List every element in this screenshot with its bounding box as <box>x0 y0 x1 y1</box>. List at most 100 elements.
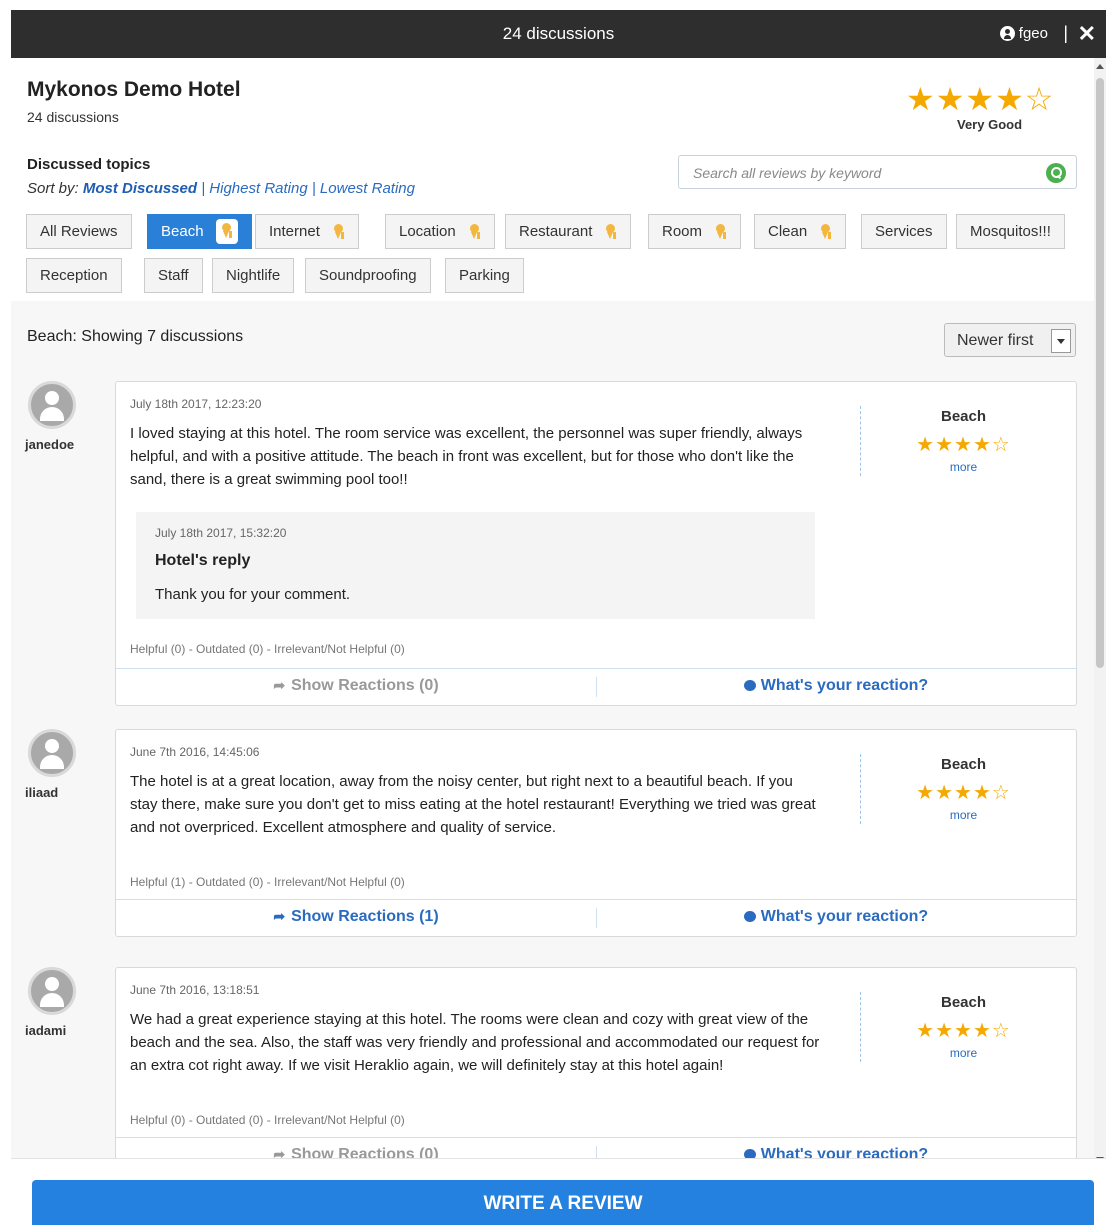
scroll-thumb[interactable] <box>1096 78 1104 668</box>
search-icon[interactable] <box>1046 163 1066 183</box>
review-card: June 7th 2016, 14:45:06 The hotel is at … <box>115 729 1077 937</box>
topics-title: Discussed topics <box>27 156 151 173</box>
topic-chip[interactable]: Soundproofing <box>305 258 431 293</box>
sort-lowest-rating[interactable]: Lowest Rating <box>320 180 415 197</box>
hotel-discussion-count: 24 discussions <box>27 109 119 125</box>
rating-more-link[interactable]: more <box>906 460 1021 474</box>
overall-rating-label: Very Good <box>957 117 1023 132</box>
scrollbar[interactable] <box>1094 58 1106 1168</box>
topic-chip-label: Clean <box>768 223 808 240</box>
topic-chip[interactable]: Clean <box>754 214 847 249</box>
helpful-counts[interactable]: Helpful (0) - Outdated (0) - Irrelevant/… <box>130 642 405 656</box>
hotel-header: Mykonos Demo Hotel 24 discussions ★★★★☆ … <box>11 58 1094 301</box>
review-username: janedoe <box>25 437 75 452</box>
review-card: June 7th 2016, 13:18:51 We had a great e… <box>115 967 1077 1175</box>
avatar <box>28 967 76 1015</box>
topic-chip-label: Staff <box>158 267 189 284</box>
topic-chip-label: Internet <box>269 223 320 240</box>
review-listing: Beach: Showing 7 discussions Newer first… <box>11 301 1094 1181</box>
topic-chip[interactable]: Staff <box>144 258 203 293</box>
write-review-button[interactable]: WRITE A REVIEW <box>32 1180 1094 1225</box>
show-reactions-button[interactable]: ➦ Show Reactions (1) <box>116 908 596 926</box>
topic-chip[interactable]: Beach <box>147 214 252 249</box>
sort-select-value: Newer first <box>957 332 1034 349</box>
topic-chip[interactable]: Services <box>861 214 947 249</box>
topic-chip[interactable]: Reception <box>26 258 122 293</box>
background-strip <box>0 0 11 1225</box>
review-username: iadami <box>25 1023 67 1038</box>
review-username: iliaad <box>25 785 59 800</box>
username: fgeo <box>1018 25 1048 42</box>
hotel-reply: July 18th 2017, 15:32:20 Hotel's reply T… <box>136 512 815 619</box>
rating-divider <box>860 992 861 1062</box>
reply-arrow-icon: ➦ <box>273 908 286 924</box>
scroll-up-icon[interactable] <box>1096 64 1104 69</box>
avatar <box>28 729 76 777</box>
topic-chip-label: Parking <box>459 267 510 284</box>
show-reactions-label: Show Reactions (1) <box>291 908 439 925</box>
sort-separator: | <box>307 180 320 197</box>
rating-stars: ★★★★☆ <box>916 1020 1011 1042</box>
rating-divider <box>860 754 861 824</box>
sort-select[interactable]: Newer first <box>944 323 1076 357</box>
award-icon <box>714 223 727 240</box>
topic-chip[interactable]: Internet <box>255 214 359 249</box>
user-menu[interactable]: fgeo <box>999 25 1048 42</box>
award-icon <box>819 223 832 240</box>
topic-chip[interactable]: Restaurant <box>505 214 632 249</box>
review-text: We had a great experience staying at thi… <box>130 1011 820 1074</box>
chat-bubble-icon <box>743 676 756 691</box>
reply-title: Hotel's reply <box>155 552 251 569</box>
reaction-button[interactable]: What's your reaction? <box>596 907 1076 926</box>
award-icon <box>220 223 233 239</box>
search-input[interactable]: Search all reviews by keyword <box>678 155 1077 189</box>
panel-title: 24 discussions <box>502 24 615 43</box>
reply-text: Thank you for your comment. <box>155 586 351 603</box>
avatar <box>28 381 76 429</box>
award-icon <box>332 223 345 240</box>
topic-chip-label: Soundproofing <box>319 267 417 284</box>
chat-bubble-icon <box>743 907 756 922</box>
rating-more-link[interactable]: more <box>906 808 1021 822</box>
sort-by: Sort by: Most Discussed | Highest Rating… <box>27 180 415 197</box>
topic-chip-label: Beach <box>161 223 204 240</box>
reply-arrow-icon: ➦ <box>273 677 286 693</box>
topic-chip-label: Room <box>662 223 703 240</box>
filter-topic: Beach <box>27 328 73 345</box>
title-bar: 24 discussions fgeo | ✕ <box>11 10 1106 58</box>
review-card: July 18th 2017, 12:23:20 I loved staying… <box>115 381 1077 706</box>
filter-count: : Showing 7 discussions <box>72 328 244 345</box>
reaction-button[interactable]: What's your reaction? <box>596 676 1076 695</box>
rating-divider <box>860 406 861 476</box>
review-date: July 18th 2017, 12:23:20 <box>130 397 262 411</box>
sort-separator: | <box>197 180 210 197</box>
rating-more-link[interactable]: more <box>906 1046 1021 1060</box>
topic-chip[interactable]: Parking <box>445 258 524 293</box>
topic-chip[interactable]: Location <box>385 214 495 249</box>
rating-stars: ★★★★☆ <box>916 782 1011 804</box>
rating-topic: Beach <box>940 408 987 425</box>
award-icon <box>604 223 617 240</box>
topic-chip-label: Reception <box>40 267 108 284</box>
rating-topic: Beach <box>940 756 987 773</box>
topic-chip[interactable]: Nightlife <box>212 258 295 293</box>
chevron-down-icon[interactable] <box>1051 329 1071 353</box>
show-reactions-button[interactable]: ➦ Show Reactions (0) <box>116 677 596 695</box>
sort-most-discussed[interactable]: Most Discussed <box>83 180 197 197</box>
sort-highest-rating[interactable]: Highest Rating <box>209 180 307 197</box>
show-reactions-label: Show Reactions (0) <box>291 677 439 694</box>
topic-chip[interactable]: Room <box>648 214 742 249</box>
user-icon <box>999 26 1015 41</box>
helpful-counts[interactable]: Helpful (0) - Outdated (0) - Irrelevant/… <box>130 1113 405 1127</box>
reviews-panel: 24 discussions fgeo | ✕ Mykonos Demo Hot… <box>11 10 1106 1225</box>
topic-chip[interactable]: Mosquitos!!! <box>956 214 1065 249</box>
reply-date: July 18th 2017, 15:32:20 <box>155 526 287 540</box>
close-icon[interactable]: ✕ <box>1078 21 1096 47</box>
page: 24 discussions fgeo | ✕ Mykonos Demo Hot… <box>0 0 1106 1225</box>
topic-chip-label: All Reviews <box>40 223 118 240</box>
sort-prefix: Sort by: <box>27 180 83 197</box>
topic-chip[interactable]: All Reviews <box>26 214 132 249</box>
rating-topic: Beach <box>940 994 987 1011</box>
reaction-label: What's your reaction? <box>760 677 929 694</box>
helpful-counts[interactable]: Helpful (1) - Outdated (0) - Irrelevant/… <box>130 875 405 889</box>
